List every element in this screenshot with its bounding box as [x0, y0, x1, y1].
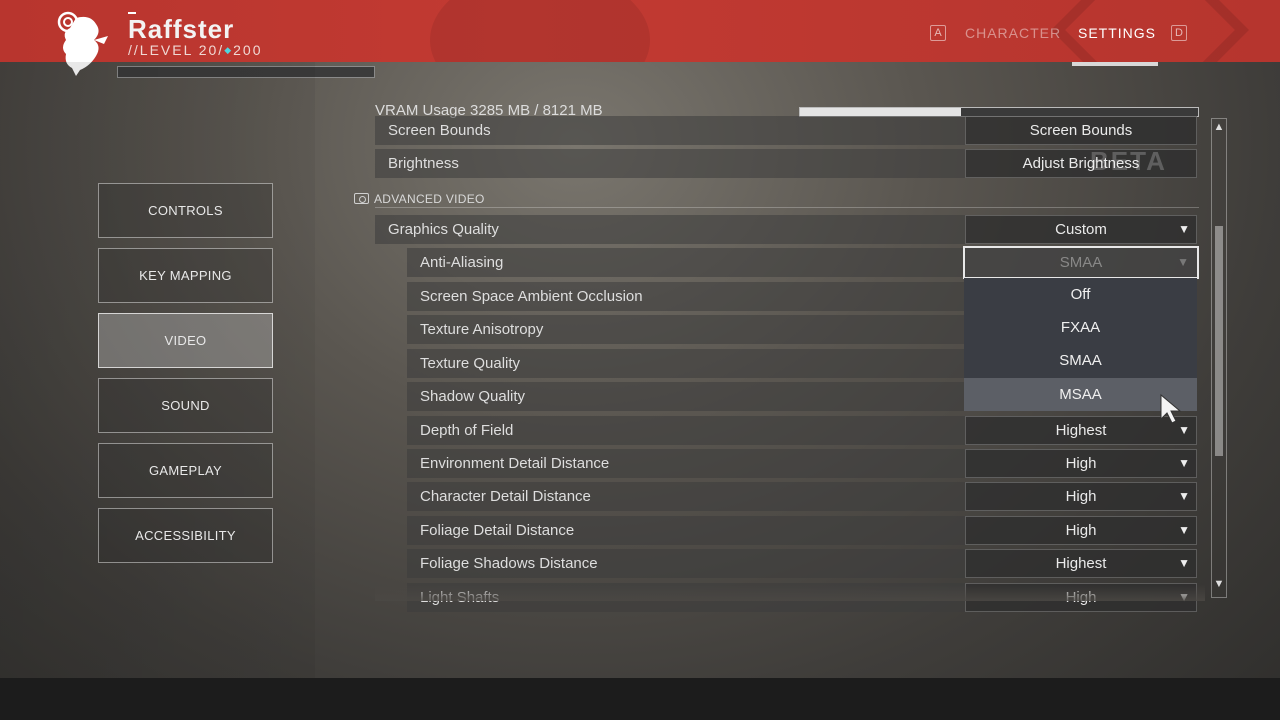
setting-label: Foliage Shadows Distance — [420, 555, 598, 572]
select-value: Highest — [1055, 555, 1107, 572]
monitor-settings-icon — [354, 193, 369, 204]
setting-label: Depth of Field — [420, 422, 514, 439]
player-name: Raffster — [128, 12, 235, 44]
vram-usage-fill — [800, 108, 961, 116]
dropdown-option-fxaa[interactable]: FXAA — [964, 311, 1197, 344]
scroll-down-arrow-icon[interactable]: ▼ — [1211, 578, 1227, 594]
setting-label: Brightness — [388, 155, 459, 172]
level-max: 200 — [233, 42, 263, 58]
anti-aliasing-dropdown-menu: Off FXAA SMAA MSAA — [964, 278, 1197, 411]
mouse-cursor-icon — [1160, 393, 1182, 424]
environment-detail-distance-select[interactable]: High ▼ — [965, 449, 1197, 478]
tab-character[interactable]: CHARACTER — [965, 22, 1061, 44]
sidebar-item-gameplay[interactable]: GAMEPLAY — [98, 443, 273, 498]
setting-label: Anti-Aliasing — [420, 254, 504, 271]
chevron-down-icon: ▼ — [1178, 222, 1190, 236]
light-diamond-icon: ◆ — [224, 45, 234, 55]
setting-label: Foliage Detail Distance — [420, 522, 575, 539]
key-hint-d: D — [1171, 25, 1187, 41]
chevron-down-icon: ▼ — [1178, 523, 1190, 537]
graphics-quality-select[interactable]: Custom ▼ — [965, 215, 1197, 244]
setting-label: Texture Anisotropy — [420, 321, 544, 338]
key-hint-a: A — [930, 25, 946, 41]
nav-right-group: D — [1171, 22, 1187, 44]
dropdown-option-smaa[interactable]: SMAA — [964, 344, 1197, 377]
sidebar-item-video[interactable]: VIDEO — [98, 313, 273, 368]
foliage-shadows-distance-select[interactable]: Highest ▼ — [965, 549, 1197, 578]
setting-label: Shadow Quality — [420, 388, 526, 405]
scrollbar-thumb[interactable] — [1215, 226, 1223, 456]
setting-label: Graphics Quality — [388, 221, 499, 238]
setting-label: Character Detail Distance — [420, 488, 591, 505]
setting-label: Environment Detail Distance — [420, 455, 610, 472]
beta-watermark: BETA — [1090, 146, 1167, 176]
select-value: High — [1065, 455, 1097, 472]
chevron-down-icon: ▼ — [1178, 556, 1190, 570]
tab-settings[interactable]: SETTINGS — [1078, 22, 1156, 44]
chevron-down-icon: ▼ — [1178, 456, 1190, 470]
sidebar-item-controls[interactable]: CONTROLS — [98, 183, 273, 238]
select-value: High — [1065, 522, 1097, 539]
select-value: High — [1065, 488, 1097, 505]
setting-label: Screen Space Ambient Occlusion — [420, 288, 643, 305]
player-level: //LEVEL 20/◆200 — [128, 42, 262, 58]
sidebar-item-accessibility[interactable]: ACCESSIBILITY — [98, 508, 273, 563]
dropdown-option-off[interactable]: Off — [964, 278, 1197, 311]
section-title: ADVANCED VIDEO — [374, 192, 485, 206]
scroll-up-arrow-icon[interactable]: ▲ — [1211, 121, 1227, 137]
select-value: Custom — [1055, 221, 1107, 238]
character-detail-distance-select[interactable]: High ▼ — [965, 482, 1197, 511]
select-value: Highest — [1055, 422, 1107, 439]
list-fade-overlay — [375, 585, 1205, 601]
sidebar-item-sound[interactable]: SOUND — [98, 378, 273, 433]
chevron-down-icon: ▼ — [1177, 255, 1189, 269]
setting-label: Screen Bounds — [388, 122, 491, 139]
anti-aliasing-select[interactable]: SMAA ▼ — [963, 246, 1199, 279]
screen-bounds-button[interactable]: Screen Bounds — [965, 116, 1197, 145]
foliage-detail-distance-select[interactable]: High ▼ — [965, 516, 1197, 545]
section-divider — [375, 207, 1199, 208]
active-tab-indicator — [1072, 62, 1158, 66]
sidebar-item-key-mapping[interactable]: KEY MAPPING — [98, 248, 273, 303]
background-crest-decoration — [430, 0, 650, 62]
sidebar-background — [0, 62, 315, 678]
setting-label: Texture Quality — [420, 355, 521, 372]
tab-settings-label: SETTINGS — [1078, 25, 1157, 41]
section-header-advanced-video: ADVANCED VIDEO — [354, 192, 485, 206]
bottom-bar — [0, 678, 1280, 720]
tab-character-label: CHARACTER — [965, 25, 1062, 41]
chevron-down-icon: ▼ — [1178, 489, 1190, 503]
select-value: SMAA — [1059, 254, 1103, 271]
level-prefix: //LEVEL 20/ — [128, 42, 225, 58]
nav-left-group: A — [930, 22, 946, 44]
